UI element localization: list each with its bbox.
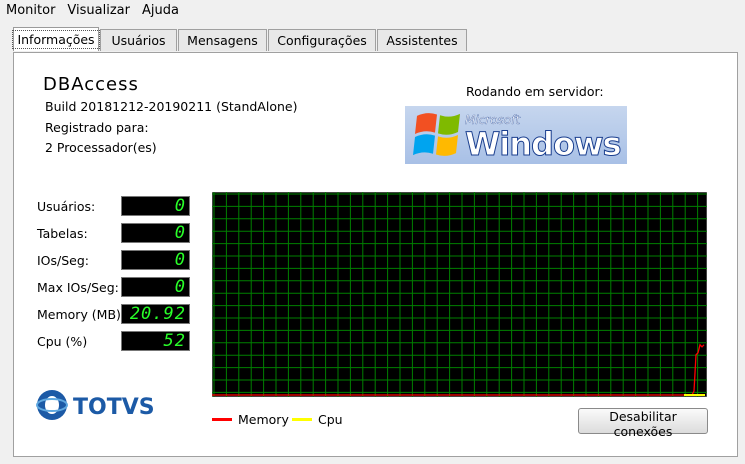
tab-mensagens-label: Mensagens bbox=[187, 33, 258, 48]
registered-label: Registrado para: bbox=[45, 120, 149, 135]
lcd-max-ios: 0 bbox=[121, 277, 190, 297]
menu-ajuda[interactable]: Ajuda bbox=[136, 0, 185, 22]
stat-label-ios: IOs/Seg: bbox=[37, 253, 90, 268]
totvs-mark-icon: TOTVS bbox=[36, 390, 155, 420]
legend-memory-label: Memory bbox=[238, 412, 289, 427]
lcd-usuarios: 0 bbox=[121, 196, 190, 216]
stat-label-max-ios: Max IOs/Seg: bbox=[37, 280, 119, 295]
tab-usuarios-label: Usuários bbox=[111, 33, 166, 48]
tab-configuracoes[interactable]: Configurações bbox=[268, 29, 376, 51]
usage-graph bbox=[211, 191, 708, 398]
legend-cpu-swatch bbox=[292, 418, 312, 421]
tab-informacoes[interactable]: Informações bbox=[12, 27, 100, 51]
stat-label-cpu: Cpu (%) bbox=[37, 334, 88, 349]
legend-memory: Memory bbox=[212, 412, 289, 427]
menu-visualizar[interactable]: Visualizar bbox=[61, 0, 136, 22]
lcd-memory: 20.92 bbox=[121, 304, 190, 324]
totvs-wordmark: TOTVS bbox=[73, 395, 155, 420]
build-info: Build 20181212-20190211 (StandAlone) bbox=[45, 99, 298, 114]
stat-label-memory: Memory (MB) bbox=[37, 307, 121, 322]
windows-flag-icon: Microsoft Windows bbox=[413, 113, 622, 164]
windows-logo: Microsoft Windows bbox=[405, 106, 627, 164]
windows-word: Windows bbox=[465, 125, 621, 163]
app-title: DBAccess bbox=[43, 74, 139, 95]
tab-informacoes-label: Informações bbox=[12, 30, 100, 49]
stat-label-usuarios: Usuários: bbox=[37, 199, 96, 214]
lcd-cpu: 52 bbox=[121, 331, 190, 351]
lcd-ios: 0 bbox=[121, 250, 190, 270]
tab-assistentes-label: Assistentes bbox=[386, 33, 458, 48]
tab-usuarios[interactable]: Usuários bbox=[100, 29, 177, 51]
menubar: Monitor Visualizar Ajuda bbox=[0, 0, 745, 22]
stat-label-tabelas: Tabelas: bbox=[37, 226, 88, 241]
totvs-logo: TOTVS bbox=[36, 388, 156, 422]
usage-graph-canvas bbox=[211, 191, 708, 398]
server-label: Rodando em servidor: bbox=[466, 84, 604, 99]
menu-monitor[interactable]: Monitor bbox=[0, 0, 61, 22]
graph-background bbox=[211, 191, 708, 398]
disable-connections-button[interactable]: Desabilitar conexões bbox=[578, 408, 708, 439]
tab-strip: Informações Usuários Mensagens Configura… bbox=[12, 27, 468, 53]
legend-cpu-label: Cpu bbox=[318, 412, 343, 427]
tab-mensagens[interactable]: Mensagens bbox=[178, 29, 267, 51]
tab-assistentes[interactable]: Assistentes bbox=[377, 29, 467, 51]
processor-count: 2 Processador(es) bbox=[45, 140, 157, 155]
legend-memory-swatch bbox=[212, 418, 232, 421]
legend-cpu: Cpu bbox=[292, 412, 343, 427]
tab-configuracoes-label: Configurações bbox=[277, 33, 367, 48]
lcd-tabelas: 0 bbox=[121, 223, 190, 243]
